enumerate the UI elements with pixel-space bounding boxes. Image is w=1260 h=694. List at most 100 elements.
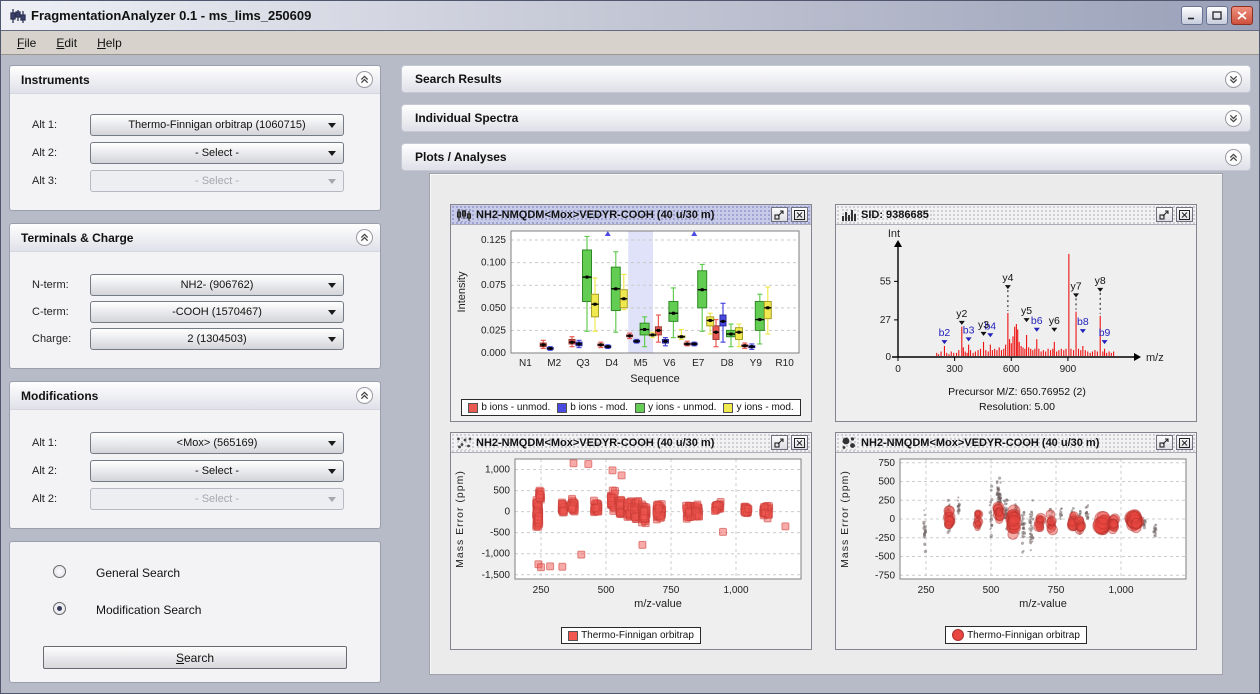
- plots-content-panel: NH2-NMQDM<Mox>VEDYR-COOH (40 u/30 m) 0.0…: [429, 173, 1223, 675]
- boxplot-frame-title: NH2-NMQDM<Mox>VEDYR-COOH (40 u/30 m): [476, 209, 718, 221]
- legend-label-b-unmod: b ions - unmod.: [481, 402, 550, 413]
- menu-bar: File Edit Help: [1, 31, 1259, 55]
- svg-text:0.075: 0.075: [481, 280, 506, 291]
- chevron-down-icon: [328, 497, 336, 506]
- maximize-icon: [1212, 11, 1222, 20]
- search-results-title: Search Results: [415, 72, 502, 86]
- search-button-label: Search: [176, 651, 214, 665]
- svg-text:b6: b6: [1031, 315, 1043, 327]
- nterm-select[interactable]: NH2- (906762): [90, 274, 344, 296]
- svg-text:250: 250: [878, 495, 895, 506]
- scatter-maximize-button[interactable]: [771, 435, 788, 450]
- collapse-modifications-button[interactable]: [356, 387, 373, 404]
- scatter-chart: 2505007501,0001,0005000-500-1,000-1,500m…: [451, 453, 813, 613]
- menu-help[interactable]: Help: [87, 33, 132, 53]
- bubble-legend: Thermo-Finnigan orbitrap: [836, 626, 1196, 644]
- terminals-title: Terminals & Charge: [21, 231, 133, 245]
- collapse-terminals-button[interactable]: [356, 229, 373, 246]
- plots-analyses-section[interactable]: Plots / Analyses: [401, 143, 1251, 171]
- close-button[interactable]: [1231, 6, 1253, 25]
- svg-text:600: 600: [1003, 364, 1020, 375]
- collapse-instruments-button[interactable]: [356, 71, 373, 88]
- instruments-header[interactable]: Instruments: [10, 66, 380, 94]
- maximize-frame-icon: [1159, 438, 1170, 448]
- svg-text:V6: V6: [663, 358, 676, 369]
- legend-label-b-mod: b ions - mod.: [570, 402, 628, 413]
- svg-text:750: 750: [1048, 585, 1065, 596]
- precursor-mz-text: Precursor M/Z: 650.76952 (2): [852, 385, 1182, 400]
- chevron-down-icon: [328, 441, 336, 450]
- search-button[interactable]: Search: [43, 646, 347, 669]
- mod-alt3-select: - Select -: [90, 488, 344, 510]
- svg-text:D4: D4: [605, 358, 618, 369]
- svg-text:R10: R10: [775, 358, 794, 369]
- svg-text:Q3: Q3: [576, 358, 590, 369]
- bubble-close-button[interactable]: [1176, 435, 1193, 450]
- spectrum-frame: SID: 9386685 Intm/z030060090002755b2b3b4…: [835, 204, 1197, 422]
- boxplot-legend: b ions - unmod. b ions - mod. y ions - u…: [451, 399, 811, 416]
- menu-edit[interactable]: Edit: [46, 33, 87, 53]
- svg-text:250: 250: [533, 585, 550, 596]
- barchart-icon: [841, 208, 857, 222]
- svg-text:N1: N1: [519, 358, 532, 369]
- svg-text:-500: -500: [875, 552, 895, 563]
- boxplot-maximize-button[interactable]: [771, 207, 788, 222]
- menu-file[interactable]: File: [7, 33, 46, 53]
- mod-alt2-select[interactable]: - Select -: [90, 460, 344, 482]
- bubble-maximize-button[interactable]: [1156, 435, 1173, 450]
- modifications-header[interactable]: Modifications: [10, 382, 380, 410]
- svg-text:0: 0: [504, 507, 510, 518]
- search-options-panel: General Search Modification Search Searc…: [9, 541, 381, 683]
- search-results-section[interactable]: Search Results: [401, 65, 1251, 93]
- individual-spectra-section[interactable]: Individual Spectra: [401, 104, 1251, 132]
- svg-text:Mass Error (ppm): Mass Error (ppm): [454, 470, 466, 568]
- mod-alt1-value: <Mox> (565169): [177, 437, 258, 449]
- charge-select[interactable]: 2 (1304503): [90, 328, 344, 350]
- scatter-frame-titlebar[interactable]: NH2-NMQDM<Mox>VEDYR-COOH (40 u/30 m): [451, 433, 811, 453]
- svg-text:1,000: 1,000: [485, 465, 510, 476]
- boxplot-frame-titlebar[interactable]: NH2-NMQDM<Mox>VEDYR-COOH (40 u/30 m): [451, 205, 811, 225]
- scatter-frame-title: NH2-NMQDM<Mox>VEDYR-COOH (40 u/30 m): [476, 437, 718, 449]
- general-search-radio[interactable]: [53, 565, 66, 578]
- svg-text:M5: M5: [634, 358, 648, 369]
- svg-text:0.050: 0.050: [481, 303, 506, 314]
- svg-text:1,000: 1,000: [723, 585, 748, 596]
- modification-search-radio[interactable]: [53, 602, 66, 615]
- spectrum-close-button[interactable]: [1176, 207, 1193, 222]
- spectrum-maximize-button[interactable]: [1156, 207, 1173, 222]
- maximize-button[interactable]: [1206, 6, 1228, 25]
- window-title: FragmentationAnalyzer 0.1 - ms_lims_2506…: [31, 8, 311, 23]
- legend-swatch-y-mod: [723, 403, 733, 413]
- instrument-alt2-select[interactable]: - Select -: [90, 142, 344, 164]
- svg-text:1,000: 1,000: [1108, 585, 1133, 596]
- scatter-close-button[interactable]: [791, 435, 808, 450]
- terminals-header[interactable]: Terminals & Charge: [10, 224, 380, 252]
- mod-alt2-label: Alt 2:: [32, 465, 57, 477]
- chevron-up-icon: [359, 390, 370, 401]
- svg-text:250: 250: [918, 585, 935, 596]
- collapse-plots-analyses-button[interactable]: [1225, 149, 1242, 166]
- scatter-legend: Thermo-Finnigan orbitrap: [451, 627, 811, 644]
- chevron-down-icon: [328, 283, 336, 292]
- svg-text:Sequence: Sequence: [630, 373, 680, 385]
- svg-text:-750: -750: [875, 570, 895, 581]
- boxplot-close-button[interactable]: [791, 207, 808, 222]
- mod-alt1-label: Alt 1:: [32, 437, 57, 449]
- expand-search-results-button[interactable]: [1225, 71, 1242, 88]
- spectrum-frame-titlebar[interactable]: SID: 9386685: [836, 205, 1196, 225]
- instrument-alt3-label: Alt 3:: [32, 175, 57, 187]
- boxplot-chart: 0.0000.0250.0500.0750.1000.125N1M2Q3D4M5…: [451, 225, 813, 387]
- mod-alt1-select[interactable]: <Mox> (565169): [90, 432, 344, 454]
- instrument-alt1-select[interactable]: Thermo-Finnigan orbitrap (1060715): [90, 114, 344, 136]
- cterm-select[interactable]: -COOH (1570467): [90, 301, 344, 323]
- minimize-button[interactable]: [1181, 6, 1203, 25]
- title-bar[interactable]: FragmentationAnalyzer 0.1 - ms_lims_2506…: [1, 1, 1259, 31]
- legend-swatch-orbitrap: [568, 631, 578, 641]
- nterm-value: NH2- (906762): [181, 279, 254, 291]
- instruments-title: Instruments: [21, 73, 90, 87]
- bubble-frame-titlebar[interactable]: NH2-NMQDM<Mox>VEDYR-COOH (40 u/30 m): [836, 433, 1196, 453]
- expand-individual-spectra-button[interactable]: [1225, 110, 1242, 127]
- close-icon: [1237, 11, 1247, 20]
- svg-text:E7: E7: [692, 358, 705, 369]
- svg-text:500: 500: [983, 585, 1000, 596]
